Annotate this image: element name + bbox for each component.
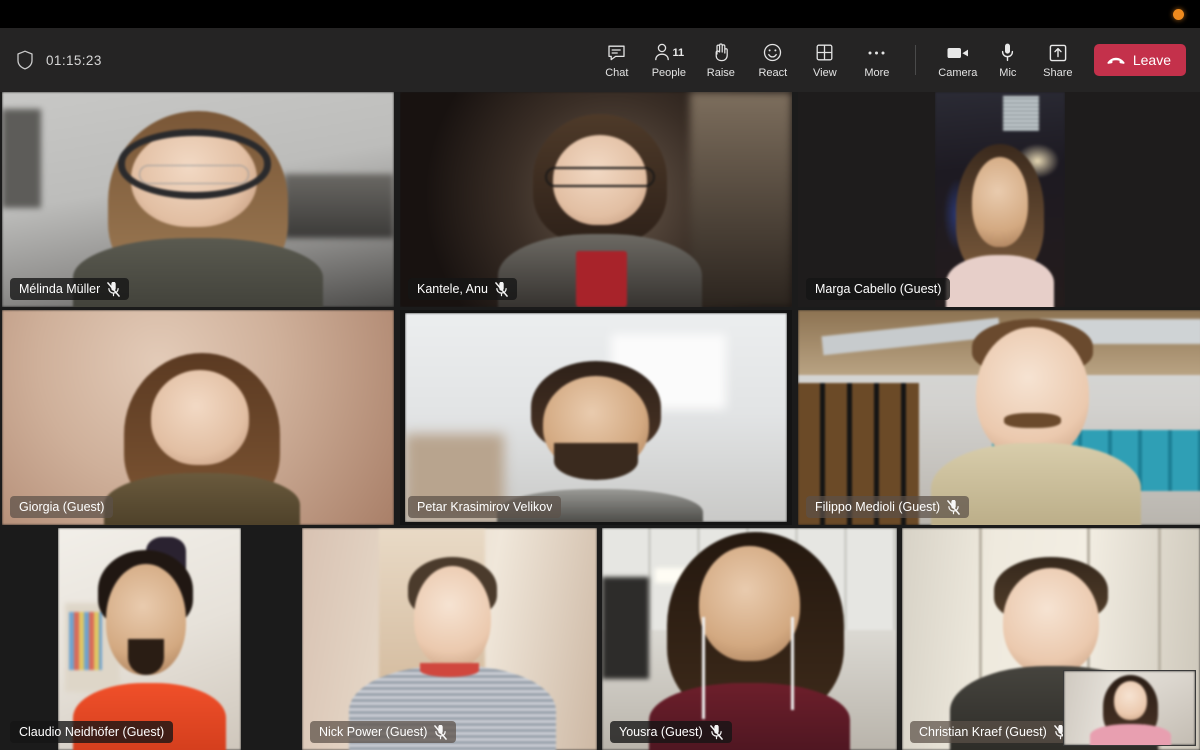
participant-tile[interactable]: Claudio Neidhöfer (Guest)	[2, 528, 297, 750]
grid-view-icon	[815, 42, 834, 64]
leave-button[interactable]: Leave	[1093, 44, 1186, 76]
participant-name: Kantele, Anu	[417, 282, 488, 296]
participant-name: Giorgia (Guest)	[19, 500, 105, 514]
participant-nameplate: Filippo Medioli (Guest)	[806, 496, 970, 518]
toolbar-left-group: 01:15:23	[0, 50, 102, 70]
participant-tile[interactable]: Mélinda Müller	[2, 92, 394, 307]
video-feed	[400, 92, 792, 307]
leave-label: Leave	[1132, 52, 1171, 68]
people-count-badge: 11	[672, 46, 685, 59]
participant-name: Claudio Neidhöfer (Guest)	[19, 725, 165, 739]
participant-name: Mélinda Müller	[19, 282, 101, 296]
grid-row-2: Giorgia (Guest) Petar Krasimirov Velikov	[0, 310, 1200, 525]
participant-nameplate: Giorgia (Guest)	[10, 496, 114, 518]
participant-nameplate: Claudio Neidhöfer (Guest)	[10, 721, 174, 743]
meeting-timer: 01:15:23	[46, 52, 102, 68]
share-screen-icon	[1049, 42, 1067, 64]
chat-label: Chat	[605, 66, 629, 79]
video-feed	[1064, 671, 1195, 745]
participant-name: Marga Cabello (Guest)	[815, 282, 942, 296]
more-label: More	[864, 66, 890, 79]
participant-name: Yousra (Guest)	[619, 725, 703, 739]
video-feed	[602, 528, 897, 750]
video-feed	[2, 310, 394, 525]
video-feed	[302, 528, 597, 750]
toolbar-right-group: Camera Mic Share Leave	[934, 34, 1200, 86]
participant-nameplate: Yousra (Guest)	[610, 721, 732, 743]
video-feed	[935, 92, 1065, 307]
participant-name: Filippo Medioli (Guest)	[815, 500, 941, 514]
raise-label: Raise	[706, 66, 735, 79]
react-label: React	[758, 66, 788, 79]
person-icon: 11	[654, 42, 685, 64]
toolbar-divider	[914, 45, 916, 75]
participant-tile[interactable]: Petar Krasimirov Velikov	[400, 310, 792, 525]
toolbar-center-group: Chat 11 People Raise React View More	[593, 34, 926, 86]
share-label: Share	[1043, 66, 1073, 79]
participant-nameplate: Christian Kraef (Guest)	[910, 721, 1076, 743]
raise-hand-button[interactable]: Raise	[697, 34, 745, 86]
mic-muted-icon	[709, 724, 723, 740]
camera-label: Camera	[938, 66, 978, 79]
grid-row-1: Mélinda Müller Kantele, Anu Marga Cabell…	[0, 92, 1200, 307]
video-feed	[405, 313, 787, 522]
participant-tile[interactable]: Kantele, Anu	[400, 92, 792, 307]
video-feed	[798, 310, 1200, 525]
more-button[interactable]: More	[853, 34, 901, 86]
mic-button[interactable]: Mic	[984, 34, 1032, 86]
people-label: People	[651, 66, 686, 79]
mic-muted-icon	[947, 499, 960, 515]
participant-tile[interactable]: Yousra (Guest)	[602, 528, 897, 750]
camera-button[interactable]: Camera	[934, 34, 982, 86]
view-label: View	[813, 66, 837, 79]
mic-muted-icon	[495, 281, 508, 297]
video-grid: Mélinda Müller Kantele, Anu Marga Cabell…	[0, 92, 1200, 750]
meeting-window: 01:15:23 Chat 11 People Raise React View…	[0, 0, 1200, 750]
video-feed	[58, 528, 241, 750]
smiley-face-icon	[762, 42, 783, 64]
recording-indicator-icon	[1173, 9, 1184, 20]
participant-nameplate: Petar Krasimirov Velikov	[408, 496, 562, 518]
title-strip	[0, 0, 1200, 28]
view-button[interactable]: View	[801, 34, 849, 86]
chat-button[interactable]: Chat	[593, 34, 641, 86]
grid-row-3: Claudio Neidhöfer (Guest) Nick Power (Gu…	[0, 528, 1200, 750]
meeting-toolbar: 01:15:23 Chat 11 People Raise React View…	[0, 28, 1200, 92]
participant-tile[interactable]: Nick Power (Guest)	[302, 528, 597, 750]
participant-name: Petar Krasimirov Velikov	[417, 500, 553, 514]
react-button[interactable]: React	[749, 34, 797, 86]
participant-name: Nick Power (Guest)	[319, 725, 428, 739]
mic-muted-icon	[434, 724, 448, 740]
participant-nameplate: Nick Power (Guest)	[310, 721, 457, 743]
participant-tile[interactable]: Filippo Medioli (Guest)	[798, 310, 1200, 525]
ellipsis-icon	[866, 42, 887, 64]
participant-tile[interactable]: Marga Cabello (Guest)	[798, 92, 1200, 307]
self-view-pip[interactable]	[1063, 670, 1196, 746]
raised-hand-icon	[711, 42, 731, 64]
participant-nameplate: Mélinda Müller	[10, 278, 130, 300]
mic-label: Mic	[999, 66, 1017, 79]
camera-icon	[946, 42, 970, 64]
people-button[interactable]: 11 People	[645, 34, 693, 86]
share-button[interactable]: Share	[1034, 34, 1082, 86]
shield-icon	[17, 50, 33, 70]
microphone-icon	[1000, 42, 1015, 64]
video-feed	[2, 92, 394, 307]
participant-nameplate: Kantele, Anu	[408, 278, 517, 300]
hangup-phone-icon	[1106, 54, 1126, 66]
chat-bubble-icon	[606, 42, 627, 64]
participant-name: Christian Kraef (Guest)	[919, 725, 1047, 739]
participant-nameplate: Marga Cabello (Guest)	[806, 278, 951, 300]
participant-tile[interactable]: Giorgia (Guest)	[2, 310, 394, 525]
mic-muted-icon	[107, 281, 121, 297]
